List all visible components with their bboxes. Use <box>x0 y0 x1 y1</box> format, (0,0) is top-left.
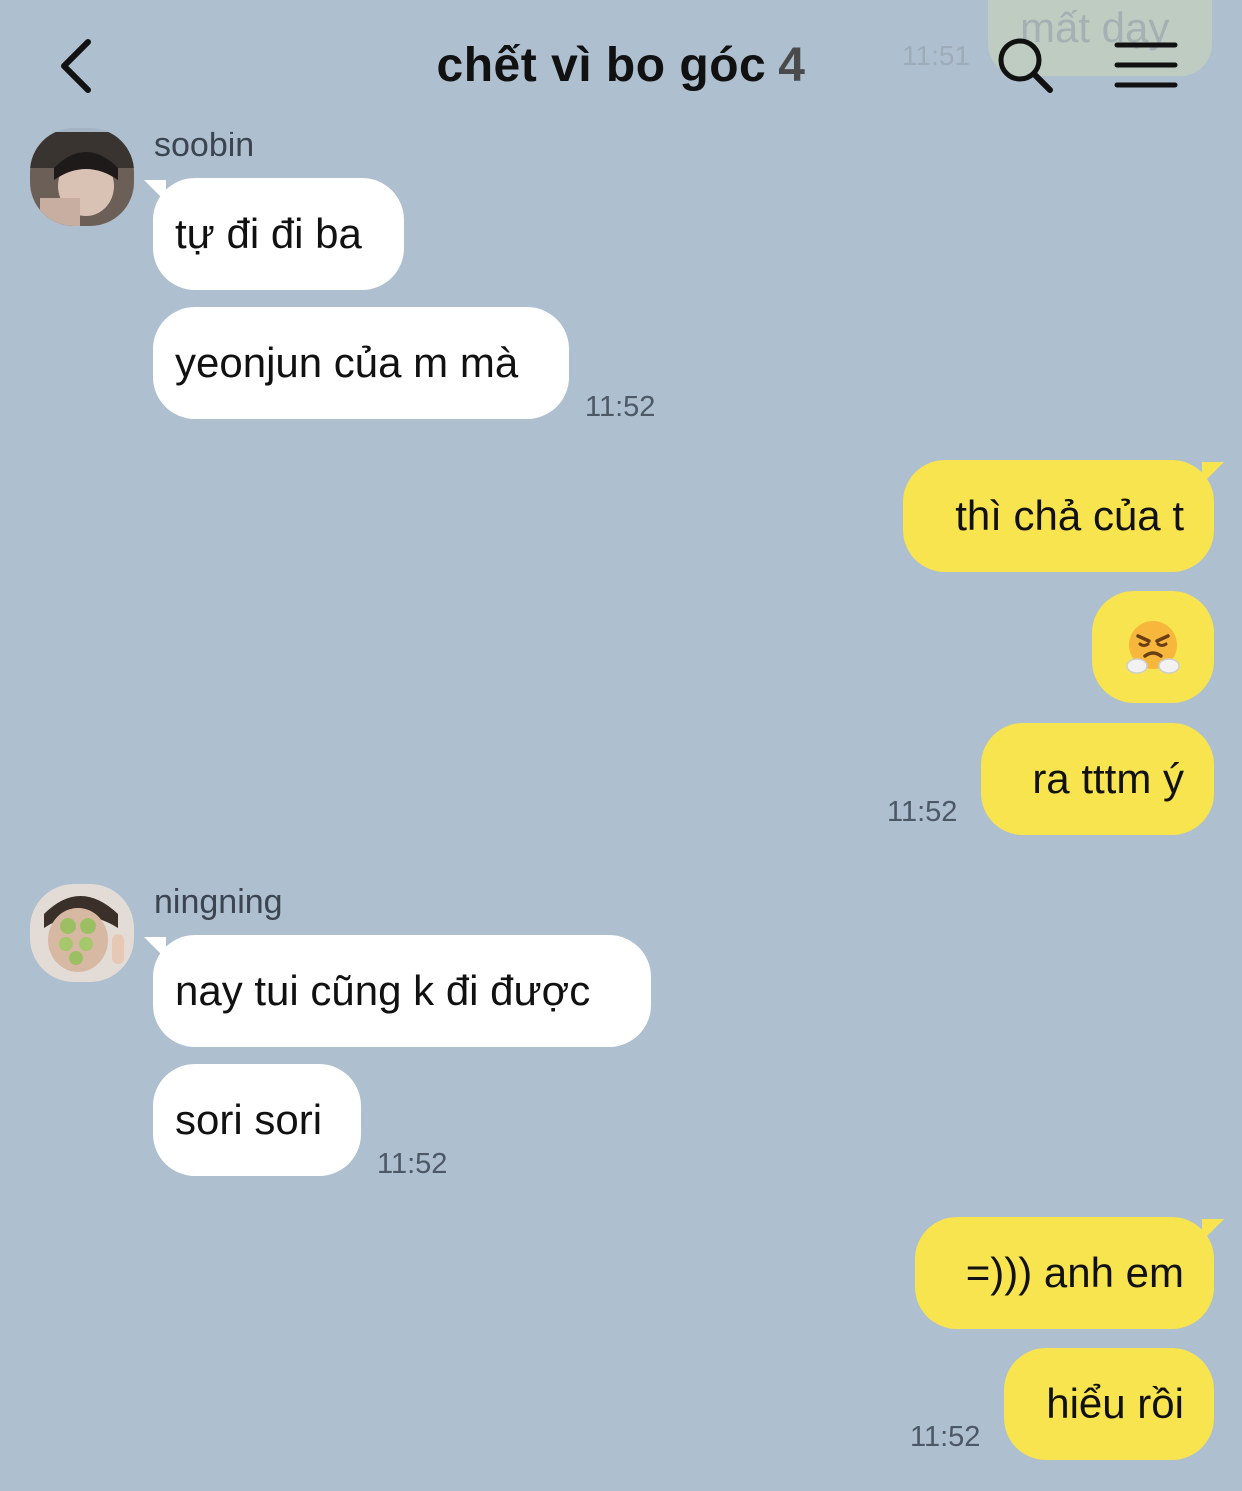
avatar[interactable] <box>30 128 134 226</box>
message-time: 11:52 <box>377 1148 448 1180</box>
message-time: 11:52 <box>887 796 958 828</box>
sender-name: ningning <box>154 883 283 921</box>
search-icon <box>998 38 1053 93</box>
profile-photo <box>30 128 134 226</box>
message-time: 11:52 <box>910 1421 981 1453</box>
chat-title-text: chết vì bo góc <box>436 39 767 92</box>
message-bubble[interactable]: yeonjun của m mà <box>153 307 569 419</box>
message-bubble[interactable]: sori sori <box>153 1064 361 1176</box>
chat-header: mất dạy 11:51 chết vì bo góc 4 <box>0 0 1242 132</box>
message-bubble[interactable]: nay tui cũng k đi được <box>153 935 651 1047</box>
message-bubble[interactable]: hiểu rồi <box>1004 1348 1214 1460</box>
message-bubble[interactable]: tự đi đi ba <box>153 178 404 290</box>
message-time: 11:52 <box>585 391 656 423</box>
message-bubble[interactable]: thì chả của t <box>903 460 1214 572</box>
message-bubble[interactable]: ra tttm ý <box>981 723 1214 835</box>
message-bubble[interactable]: =))) anh em <box>915 1217 1214 1329</box>
emoji-message-bubble[interactable] <box>1092 591 1214 703</box>
hamburger-menu-icon <box>1114 42 1178 88</box>
huffing-face-emoji <box>1126 621 1180 674</box>
menu-button[interactable] <box>1114 40 1178 90</box>
avatar[interactable] <box>30 884 134 982</box>
member-count: 4 <box>778 39 806 92</box>
search-button[interactable] <box>996 36 1056 96</box>
profile-photo <box>30 884 134 982</box>
